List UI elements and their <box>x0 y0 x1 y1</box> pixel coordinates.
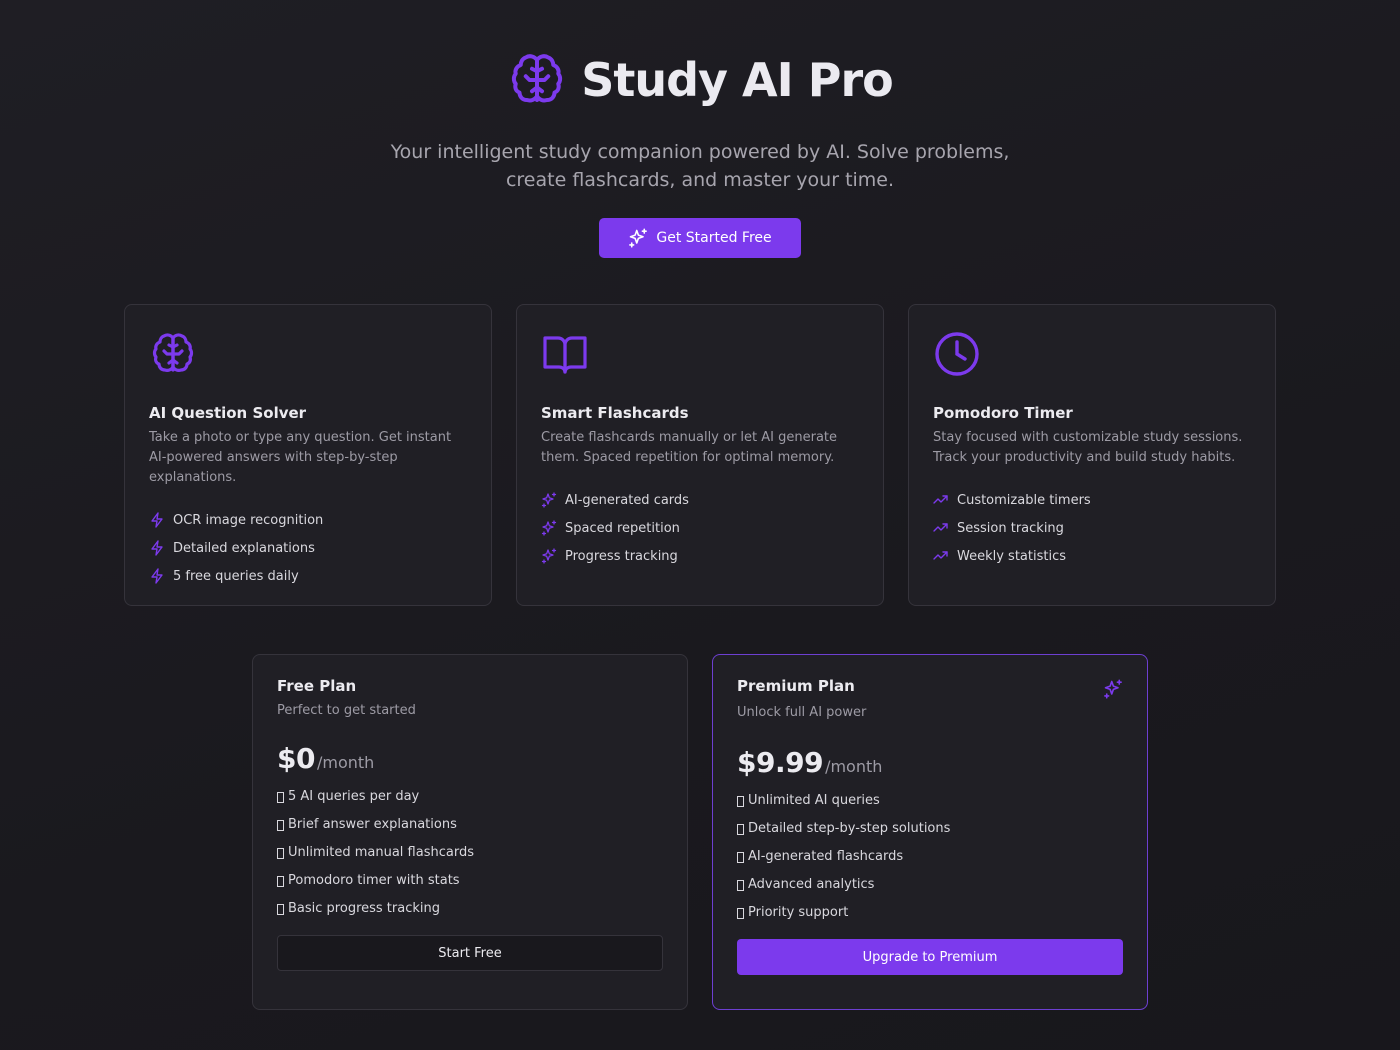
upgrade-premium-button[interactable]: Upgrade to Premium <box>737 939 1123 975</box>
list-item: Pomodoro timer with stats <box>277 867 663 895</box>
price-value: $0 <box>277 742 315 775</box>
tagline: Your intelligent study companion powered… <box>390 141 1010 191</box>
plan-price: $9.99 /month <box>737 746 1123 779</box>
feature-list: AI-generated cards Spaced repetition Pro… <box>541 486 859 570</box>
clock-icon <box>933 330 981 378</box>
price-period: /month <box>825 757 883 776</box>
list-item: Unlimited AI queries <box>737 787 1123 815</box>
lightning-icon <box>149 512 165 528</box>
checkbox-glyph-icon <box>277 819 284 831</box>
hero-section: Study AI Pro Your intelligent study comp… <box>0 48 1400 258</box>
free-plan-card: Free Plan Perfect to get started $0 /mon… <box>252 654 688 1010</box>
list-item: Detailed explanations <box>149 534 467 562</box>
list-item: OCR image recognition <box>149 506 467 534</box>
feature-description: Take a photo or type any question. Get i… <box>149 430 452 485</box>
checkbox-glyph-icon <box>737 907 744 919</box>
list-item: Basic progress tracking <box>277 895 663 923</box>
app-title: Study AI Pro <box>581 53 894 107</box>
plan-subtitle: Perfect to get started <box>277 703 416 718</box>
pricing-section: Free Plan Perfect to get started $0 /mon… <box>252 654 1148 1010</box>
checkbox-glyph-icon <box>277 847 284 859</box>
list-item: Weekly statistics <box>933 542 1251 570</box>
book-open-icon <box>541 330 589 378</box>
brain-icon <box>149 330 197 378</box>
plan-feature-list: Unlimited AI queries Detailed step-by-st… <box>737 787 1123 927</box>
trending-up-icon <box>933 548 949 564</box>
feature-list: OCR image recognition Detailed explanati… <box>149 506 467 590</box>
features-section: AI Question Solver Take a photo or type … <box>124 304 1276 606</box>
lightning-icon <box>149 568 165 584</box>
get-started-button[interactable]: Get Started Free <box>599 218 801 258</box>
list-item: Detailed step-by-step solutions <box>737 815 1123 843</box>
checkbox-glyph-icon <box>277 791 284 803</box>
plan-title: Premium Plan <box>737 677 855 695</box>
plan-subtitle: Unlock full AI power <box>737 705 867 720</box>
list-item: 5 free queries daily <box>149 562 467 590</box>
price-value: $9.99 <box>737 746 824 779</box>
checkbox-glyph-icon <box>737 823 744 835</box>
get-started-label: Get Started Free <box>656 230 772 246</box>
list-item: AI-generated flashcards <box>737 843 1123 871</box>
feature-card-flashcards: Smart Flashcards Create flashcards manua… <box>516 304 884 606</box>
feature-description: Stay focused with customizable study ses… <box>933 430 1243 465</box>
sparkles-icon <box>541 492 557 508</box>
sparkles-icon <box>1103 679 1123 699</box>
list-item: Brief answer explanations <box>277 811 663 839</box>
feature-title: AI Question Solver <box>149 404 307 422</box>
list-item: Customizable timers <box>933 486 1251 514</box>
list-item: Advanced analytics <box>737 871 1123 899</box>
feature-card-pomodoro: Pomodoro Timer Stay focused with customi… <box>908 304 1276 606</box>
plan-title: Free Plan <box>277 677 357 695</box>
sparkles-icon <box>541 548 557 564</box>
list-item: Spaced repetition <box>541 514 859 542</box>
checkbox-glyph-icon <box>277 903 284 915</box>
list-item: Session tracking <box>933 514 1251 542</box>
trending-up-icon <box>933 492 949 508</box>
checkbox-glyph-icon <box>277 875 284 887</box>
brand: Study AI Pro <box>0 48 1400 112</box>
list-item: 5 AI queries per day <box>277 783 663 811</box>
feature-title: Pomodoro Timer <box>933 404 1073 422</box>
sparkles-icon <box>628 228 648 248</box>
lightning-icon <box>149 540 165 556</box>
feature-card-question-solver: AI Question Solver Take a photo or type … <box>124 304 492 606</box>
start-free-button[interactable]: Start Free <box>277 935 663 971</box>
plan-feature-list: 5 AI queries per day Brief answer explan… <box>277 783 663 923</box>
feature-description: Create flashcards manually or let AI gen… <box>541 430 838 465</box>
list-item: Priority support <box>737 899 1123 927</box>
brain-icon <box>507 50 567 110</box>
list-item: Progress tracking <box>541 542 859 570</box>
checkbox-glyph-icon <box>737 879 744 891</box>
list-item: Unlimited manual flashcards <box>277 839 663 867</box>
plan-price: $0 /month <box>277 742 663 775</box>
premium-plan-card: Premium Plan Unlock full AI power $9.99 … <box>712 654 1148 1010</box>
trending-up-icon <box>933 520 949 536</box>
feature-list: Customizable timers Session tracking Wee… <box>933 486 1251 570</box>
feature-title: Smart Flashcards <box>541 404 689 422</box>
list-item: AI-generated cards <box>541 486 859 514</box>
checkbox-glyph-icon <box>737 851 744 863</box>
sparkles-icon <box>541 520 557 536</box>
price-period: /month <box>316 753 375 772</box>
checkbox-glyph-icon <box>737 795 744 807</box>
